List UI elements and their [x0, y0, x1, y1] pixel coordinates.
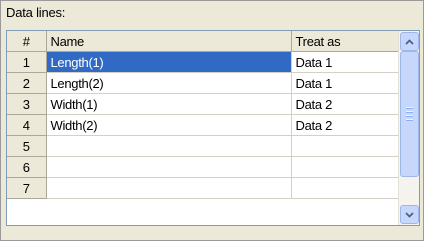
name-cell[interactable]: Width(1)	[46, 93, 292, 115]
table-row[interactable]: 1 Length(1) Data 1	[7, 51, 399, 73]
column-header-name[interactable]: Name	[46, 31, 292, 52]
data-lines-label: Data lines:	[6, 5, 66, 20]
row-number-cell[interactable]: 1	[7, 51, 47, 73]
treat-as-cell[interactable]: Data 2	[291, 114, 399, 136]
row-number-cell[interactable]: 6	[7, 156, 47, 178]
name-cell[interactable]: Length(2)	[46, 72, 292, 94]
name-cell[interactable]	[46, 177, 292, 199]
data-lines-panel: Data lines: # Name Treat as 1 Length(1) …	[0, 0, 424, 241]
vertical-scrollbar[interactable]	[398, 31, 419, 225]
column-header-number[interactable]: #	[7, 31, 47, 52]
row-number-cell[interactable]: 4	[7, 114, 47, 136]
table-row[interactable]: 3 Width(1) Data 2	[7, 93, 399, 115]
data-lines-table: # Name Treat as 1 Length(1) Data 1 2 Len…	[7, 31, 399, 199]
chevron-up-icon	[405, 38, 414, 45]
table-row[interactable]: 6	[7, 156, 399, 178]
row-number-cell[interactable]: 3	[7, 93, 47, 115]
name-cell-selected[interactable]: Length(1)	[46, 51, 292, 73]
table-row[interactable]: 2 Length(2) Data 1	[7, 72, 399, 94]
treat-as-cell[interactable]: Data 1	[291, 72, 399, 94]
scroll-up-button[interactable]	[400, 32, 419, 51]
row-number-cell[interactable]: 5	[7, 135, 47, 157]
row-number-cell[interactable]: 7	[7, 177, 47, 199]
thumb-grip-icon	[406, 107, 413, 121]
treat-as-cell[interactable]: Data 2	[291, 93, 399, 115]
table-row[interactable]: 5	[7, 135, 399, 157]
name-cell[interactable]	[46, 135, 292, 157]
name-cell[interactable]: Width(2)	[46, 114, 292, 136]
scroll-down-button[interactable]	[400, 205, 419, 224]
scrollbar-thumb[interactable]	[400, 51, 419, 177]
table-header-row: # Name Treat as	[7, 31, 399, 52]
chevron-down-icon	[405, 211, 414, 218]
treat-as-cell[interactable]: Data 1	[291, 51, 399, 73]
data-lines-grid: # Name Treat as 1 Length(1) Data 1 2 Len…	[6, 30, 420, 226]
name-cell[interactable]	[46, 156, 292, 178]
column-header-treat-as[interactable]: Treat as	[291, 31, 399, 52]
table-row[interactable]: 7	[7, 177, 399, 199]
treat-as-cell[interactable]	[291, 135, 399, 157]
table-row[interactable]: 4 Width(2) Data 2	[7, 114, 399, 136]
treat-as-cell[interactable]	[291, 177, 399, 199]
row-number-cell[interactable]: 2	[7, 72, 47, 94]
treat-as-cell[interactable]	[291, 156, 399, 178]
